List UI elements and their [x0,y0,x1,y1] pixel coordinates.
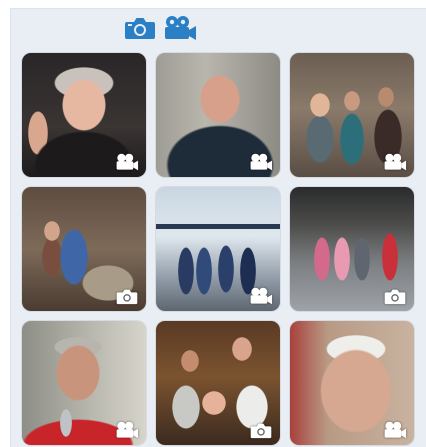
video-badge [114,152,140,172]
photo-badge [382,286,408,306]
video-camera-icon [250,153,273,171]
media-panel [10,8,426,447]
media-grid [22,53,414,445]
media-tile[interactable] [22,321,146,445]
media-tile[interactable] [156,53,280,177]
video-camera-icon [116,421,139,439]
camera-icon [250,423,272,438]
video-camera-icon [116,153,139,171]
photo-filter-button[interactable] [123,14,157,42]
video-badge [382,152,408,172]
camera-icon [384,289,406,304]
video-badge [114,420,140,440]
camera-icon [116,289,138,304]
video-camera-icon [384,421,407,439]
video-filter-button[interactable] [163,14,197,42]
video-badge [248,286,274,306]
photo-badge [114,286,140,306]
media-tile[interactable] [156,187,280,311]
video-badge [382,420,408,440]
media-tile[interactable] [290,53,414,177]
photo-badge [248,420,274,440]
media-filter-bar [123,13,197,43]
media-tile[interactable] [290,321,414,445]
media-tile[interactable] [22,187,146,311]
video-camera-icon [250,287,273,305]
media-tile[interactable] [290,187,414,311]
camera-icon [125,18,155,39]
media-tile[interactable] [22,53,146,177]
video-camera-icon [384,153,407,171]
media-tile[interactable] [156,321,280,445]
video-badge [248,152,274,172]
video-camera-icon [165,16,196,40]
